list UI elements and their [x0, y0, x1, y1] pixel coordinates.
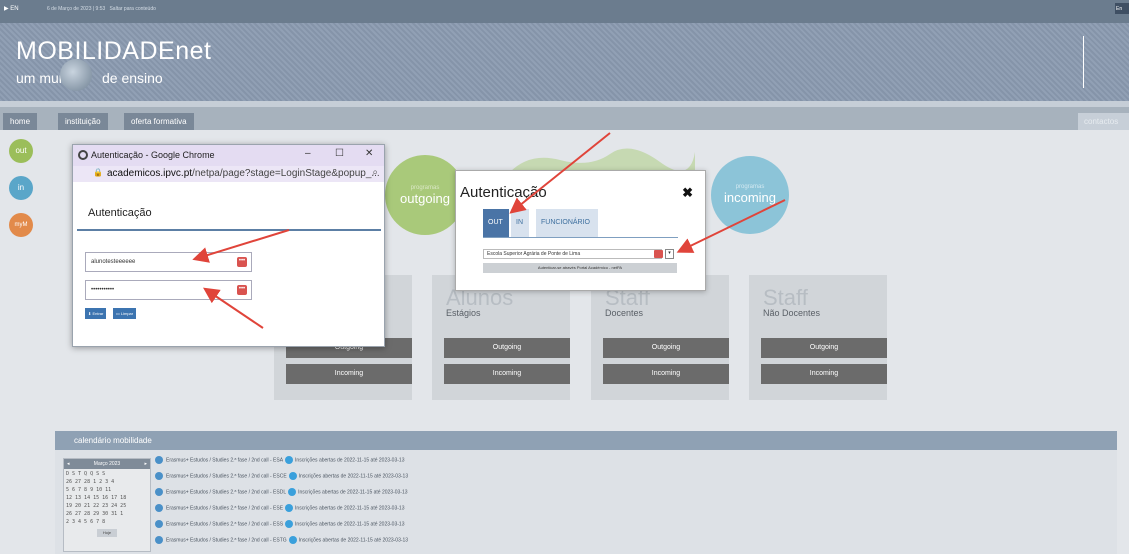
card-0-incoming-button[interactable]: Incoming [286, 364, 412, 384]
event-icon [155, 520, 163, 528]
auth-modal: Autenticação ✖ OUT IN FUNCIONÁRIO Escola… [455, 170, 706, 291]
side-in-button[interactable]: in [9, 176, 33, 200]
tagline-right: de ensino [102, 70, 163, 86]
select-dropdown-icon[interactable]: ▾ [665, 249, 674, 259]
right-language-button[interactable]: En [1115, 3, 1129, 14]
tab-out[interactable]: OUT [483, 209, 509, 237]
chrome-icon [78, 150, 88, 160]
authenticate-button[interactable]: Autenticar-se através Portal Académico -… [483, 263, 677, 273]
modal-tabs-underline [483, 237, 678, 238]
main-nav: home instituição oferta formativa contac… [0, 101, 1129, 130]
top-strip: ▶ EN 6 de Março de 2023 | 9:53 Saltar pa… [0, 0, 1129, 23]
card-2-outgoing-button[interactable]: Outgoing [603, 338, 729, 358]
nav-institution[interactable]: instituição [58, 113, 108, 130]
card-3-outgoing-button[interactable]: Outgoing [761, 338, 887, 358]
site-header: MOBILIDADEnet um mundo de ensino [0, 23, 1129, 101]
clear-button[interactable]: ▭ Limpar [113, 308, 137, 319]
card-2-incoming-button[interactable]: Incoming [603, 364, 729, 384]
password-manager-icon[interactable]: ••• [237, 257, 247, 267]
password-manager-icon[interactable]: ••• [237, 285, 247, 295]
nav-training-offer[interactable]: oferta formativa [124, 113, 194, 130]
calendar-event[interactable]: Erasmus+ Estudos / Studies 2.ª fase / 2n… [155, 504, 404, 513]
header-divider [1083, 36, 1084, 88]
week-row[interactable]: 19 20 21 22 23 24 25 [66, 502, 148, 510]
card-2-subtitle: Docentes [605, 308, 644, 318]
calendar-body: ◂ Março 2023 ▸ D S T Q Q S S 26 27 28 1 … [55, 450, 1117, 554]
card-1-subtitle: Estágios [446, 308, 481, 318]
close-icon[interactable]: ✕ [365, 148, 373, 159]
week-row[interactable]: 26 27 28 1 2 3 4 [66, 478, 148, 486]
card-non-teaching-staff: Staff Não Docentes Outgoing Incoming [749, 275, 887, 400]
language-switch[interactable]: ▶ EN [4, 5, 19, 12]
week-row[interactable]: 26 27 28 29 30 31 1 [66, 510, 148, 518]
date-and-skip: 6 de Março de 2023 | 9:53 Saltar para co… [47, 6, 156, 12]
tab-staff[interactable]: FUNCIONÁRIO [536, 209, 598, 237]
popup-window-title: Autenticação - Google Chrome [91, 150, 215, 160]
maximize-icon[interactable]: ☐ [335, 148, 344, 159]
info-icon [288, 536, 297, 544]
modal-title: Autenticação [460, 184, 547, 201]
globe-icon [60, 59, 92, 91]
skip-link[interactable]: Saltar para conteúdo [109, 6, 155, 12]
side-out-button[interactable]: out [9, 139, 33, 163]
password-field[interactable]: ••••••••••• ••• [85, 280, 252, 300]
card-internships: Alunos Estágios Outgoing Incoming [432, 275, 570, 400]
password-manager-icon[interactable] [654, 250, 663, 258]
chrome-auth-popup: Autenticação - Google Chrome – ☐ ✕ 🔒 aca… [72, 144, 385, 347]
modal-close-icon[interactable]: ✖ [682, 185, 693, 201]
card-1-incoming-button[interactable]: Incoming [444, 364, 570, 384]
minimize-icon[interactable]: – [305, 148, 311, 159]
popup-urlbar[interactable]: 🔒 academicos.ipvc.pt/netpa/page?stage=Lo… [73, 166, 384, 182]
popup-heading: Autenticação [88, 207, 152, 219]
info-icon [285, 456, 294, 464]
event-icon [155, 504, 163, 512]
card-3-incoming-button[interactable]: Incoming [761, 364, 887, 384]
week-row[interactable]: 12 13 14 15 16 17 18 [66, 494, 148, 502]
info-icon [285, 520, 294, 528]
nav-home[interactable]: home [3, 113, 38, 130]
calendar-event[interactable]: Erasmus+ Estudos / Studies 2.ª fase / 2n… [155, 488, 408, 497]
event-icon [155, 456, 163, 464]
popup-heading-underline [77, 229, 381, 231]
popup-titlebar: Autenticação - Google Chrome – ☐ ✕ [73, 145, 384, 166]
popup-url[interactable]: academicos.ipvc.pt/netpa/page?stage=Logi… [107, 168, 380, 179]
prev-month-icon[interactable]: ◂ [67, 459, 70, 469]
mini-calendar-header: ◂ Março 2023 ▸ [64, 459, 150, 469]
incoming-circle[interactable]: programas incoming [711, 156, 789, 234]
today-button[interactable]: Hoje [97, 529, 117, 537]
outgoing-circle[interactable]: programas outgoing [385, 155, 465, 235]
enter-button[interactable]: ⬇ Entrar [85, 308, 107, 319]
incoming-label: incoming [723, 190, 777, 205]
calendar-header: calendário mobilidade [55, 431, 1117, 450]
outgoing-label: outgoing [400, 191, 450, 206]
info-icon [288, 472, 297, 480]
site-logo[interactable]: MOBILIDADEnet [16, 37, 211, 66]
month-label: Março 2023 [93, 461, 121, 467]
mini-calendar: ◂ Março 2023 ▸ D S T Q Q S S 26 27 28 1 … [63, 458, 151, 552]
calendar-event[interactable]: Erasmus+ Estudos / Studies 2.ª fase / 2n… [155, 520, 404, 529]
username-field[interactable]: alunotesteeeeee ••• [85, 252, 252, 272]
lock-icon: 🔒 [93, 168, 103, 177]
week-row[interactable]: 5 6 7 8 9 10 11 [66, 486, 148, 494]
event-icon [155, 536, 163, 544]
side-mym-button[interactable]: myM [9, 213, 33, 237]
event-icon [155, 472, 163, 480]
nav-contacts[interactable]: contactos [1078, 113, 1129, 130]
info-icon [285, 504, 294, 512]
calendar-event[interactable]: Erasmus+ Estudos / Studies 2.ª fase / 2n… [155, 472, 408, 481]
calendar-grid[interactable]: D S T Q Q S S 26 27 28 1 2 3 4 5 6 7 8 9… [64, 469, 150, 527]
info-icon [288, 488, 297, 496]
tab-in[interactable]: IN [511, 209, 529, 237]
week-row[interactable]: 2 3 4 5 6 7 8 [66, 518, 148, 526]
calendar-event[interactable]: Erasmus+ Estudos / Studies 2.ª fase / 2n… [155, 536, 408, 545]
card-teaching-staff: Staff Docentes Outgoing Incoming [591, 275, 729, 400]
calendar-event[interactable]: Erasmus+ Estudos / Studies 2.ª fase / 2n… [155, 456, 404, 465]
weekdays-row: D S T Q Q S S [66, 471, 106, 477]
school-select[interactable]: Escola Superior Agrária de Ponte de Lima [483, 249, 662, 259]
next-month-icon[interactable]: ▸ [144, 459, 147, 469]
card-1-outgoing-button[interactable]: Outgoing [444, 338, 570, 358]
zoom-icon[interactable]: ⌕ [372, 167, 378, 178]
card-3-subtitle: Não Docentes [763, 308, 821, 318]
event-icon [155, 488, 163, 496]
